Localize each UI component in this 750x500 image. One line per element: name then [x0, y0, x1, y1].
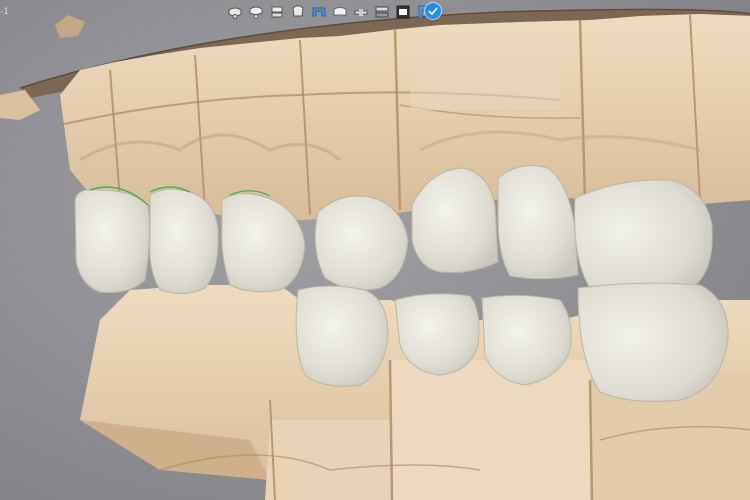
- bridge-icon[interactable]: [331, 3, 349, 21]
- lower-jaw-icon[interactable]: [226, 3, 244, 21]
- confirm-button[interactable]: [425, 3, 441, 19]
- view-toolbar: [226, 2, 433, 22]
- bite-registration-icon[interactable]: [268, 3, 286, 21]
- upper-jaw-icon[interactable]: [247, 3, 265, 21]
- antagonist-icon[interactable]: [373, 3, 391, 21]
- crown-lower-1: [295, 285, 389, 387]
- crown-upper-7: [574, 179, 713, 292]
- crown-upper-2: [149, 188, 219, 294]
- gingiva-icon[interactable]: [394, 3, 412, 21]
- crown-lower-4: [577, 282, 729, 402]
- 3d-viewport[interactable]: -1: [0, 0, 750, 500]
- crown-upper-4: [314, 195, 409, 291]
- abutment-icon[interactable]: [289, 3, 307, 21]
- dental-model-scene[interactable]: [0, 0, 750, 500]
- crown-icon[interactable]: [310, 3, 328, 21]
- crown-upper-1: [74, 189, 150, 293]
- corner-label: -1: [0, 7, 9, 17]
- scan-artifact: [55, 15, 85, 38]
- scanbody-icon[interactable]: [352, 3, 370, 21]
- checkmark-icon: [428, 7, 438, 15]
